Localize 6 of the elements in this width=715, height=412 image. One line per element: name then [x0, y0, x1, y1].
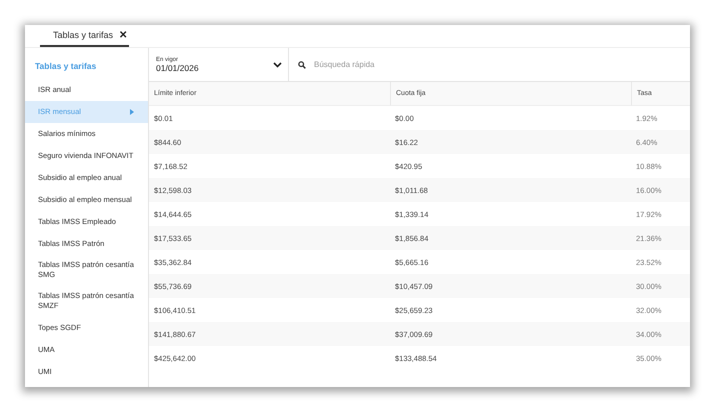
search-icon: [298, 60, 306, 68]
tab[interactable]: Tablas y tarifas ✕: [40, 25, 130, 47]
chevron-down-icon: [273, 62, 282, 68]
caret-icon: [130, 108, 134, 114]
close-button[interactable]: ✕: [119, 29, 128, 41]
sidebar-title: Tablas y tarifas: [34, 60, 98, 73]
